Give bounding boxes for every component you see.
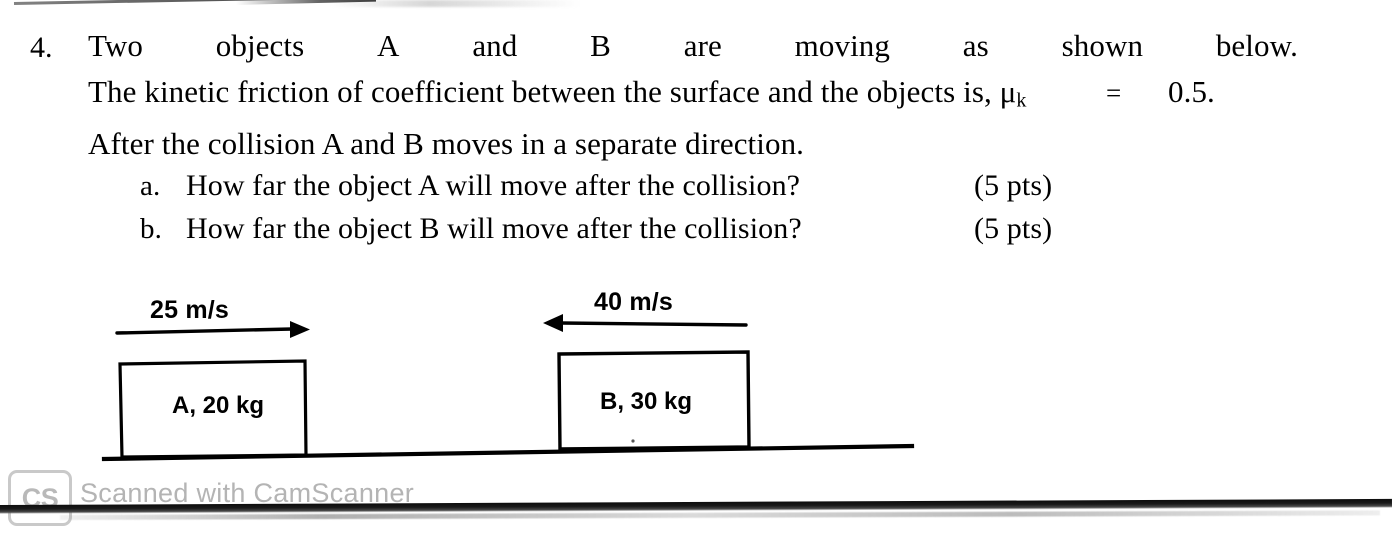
velocity-label-a: 25 m/s [150, 296, 230, 324]
velocity-label-b: 40 m/s [594, 288, 674, 316]
scan-speck [631, 439, 635, 443]
equals-sign: = [1106, 78, 1122, 108]
mu-subscript: k [1016, 89, 1027, 112]
friction-statement: The kinetic friction of coefficient betw… [88, 74, 1017, 109]
question-word: moving [794, 28, 890, 63]
sub-item-b-marker: b. [140, 213, 162, 245]
question-word: B [590, 28, 611, 63]
friction-coefficient-value: 0.5. [1168, 74, 1215, 109]
question-line-3: After the collision A and B moves in a s… [88, 126, 805, 161]
sub-item-b-text: How far the object B will move after the… [186, 212, 802, 245]
question-number: 4. [30, 31, 53, 64]
block-b-label: B, 30 kg [600, 388, 693, 415]
sub-item-a-text: How far the object A will move after the… [186, 169, 801, 202]
sub-item-a-marker: a. [140, 170, 161, 202]
block-a-label: A, 20 kg [172, 392, 265, 419]
question-word: objects [215, 28, 305, 63]
sub-item-a-points: (5 pts) [974, 169, 1053, 202]
question-line-2: The kinetic friction of coefficient betw… [88, 76, 1027, 110]
question-word: A [377, 28, 400, 63]
ground-line [101, 443, 915, 462]
question-word: below. [1215, 28, 1298, 63]
question-word: shown [1061, 28, 1144, 63]
scanned-page: 4. Two objects A and B are moving as sho… [0, 0, 1392, 536]
question-word: and [472, 28, 518, 63]
question-word: as [962, 28, 989, 63]
question-word: are [683, 28, 722, 63]
question-line-1: Two objects A and B are moving as shown … [88, 30, 1298, 61]
sub-item-b-points: (5 pts) [974, 212, 1053, 245]
question-word: Two [88, 28, 143, 63]
